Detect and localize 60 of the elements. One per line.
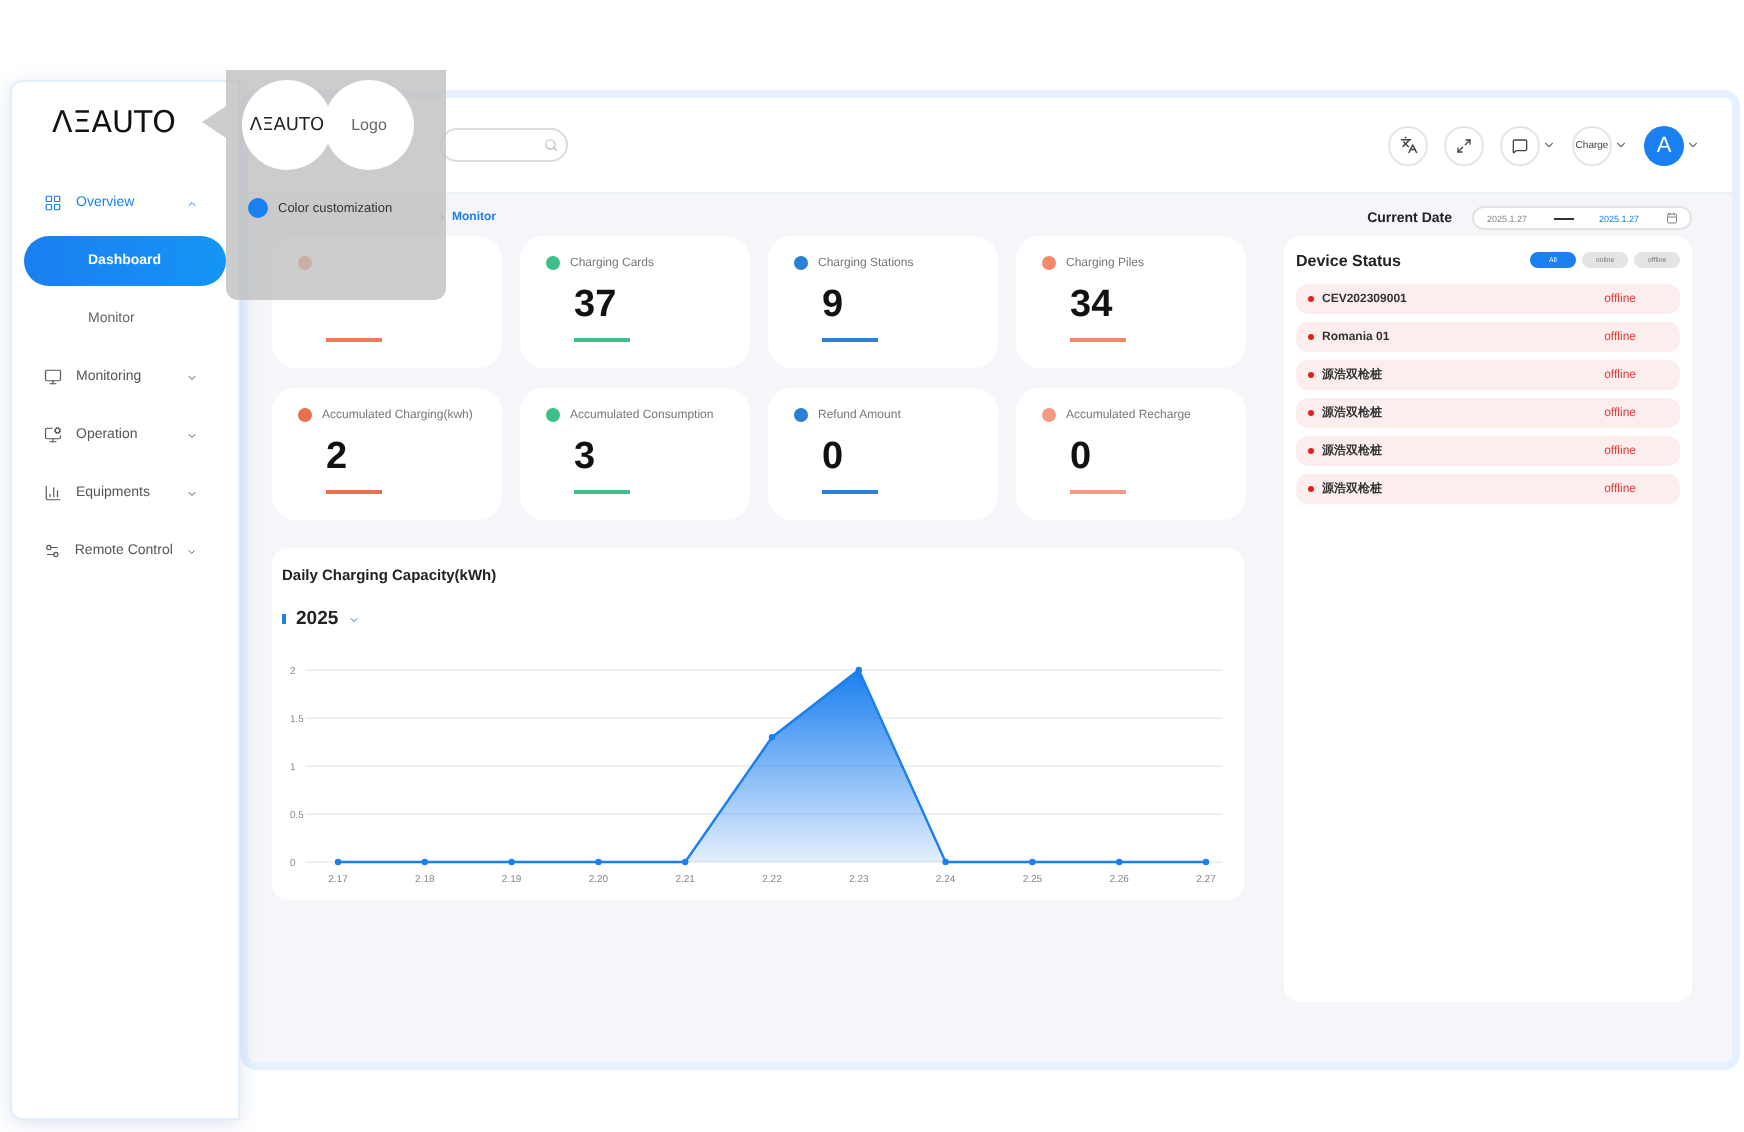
brand-logo: ΛΞAUTO xyxy=(52,104,176,140)
data-point xyxy=(595,858,602,866)
chevron-up-icon xyxy=(186,197,198,209)
data-point xyxy=(942,858,949,866)
status-dot xyxy=(1308,448,1314,454)
stat-icon xyxy=(546,408,560,422)
stat-value: 37 xyxy=(574,284,619,328)
translate-icon xyxy=(1399,136,1417,154)
chevron-down-icon xyxy=(186,371,198,383)
user-avatar[interactable]: A xyxy=(1644,125,1684,165)
status-dot xyxy=(1308,334,1314,340)
data-point xyxy=(768,734,776,741)
bar-chart-icon xyxy=(44,484,62,502)
logo-circle: ΛΞAUTO xyxy=(242,80,332,170)
stat-icon xyxy=(298,408,312,422)
stat-value: 34 xyxy=(1070,284,1115,328)
status-dot xyxy=(1308,372,1314,378)
sliders-icon xyxy=(44,542,61,560)
stat-value: 3 xyxy=(574,436,598,480)
expand-icon xyxy=(1456,137,1472,153)
data-point xyxy=(508,858,515,866)
logo-circle: Logo xyxy=(324,80,414,170)
stat-icon xyxy=(546,256,560,270)
panel-title: Device Status xyxy=(1296,251,1401,269)
chevron-down-icon xyxy=(186,429,198,441)
chevron-down-icon xyxy=(186,487,198,499)
message-icon xyxy=(1512,137,1528,153)
year-selector[interactable]: 2025 xyxy=(296,608,339,630)
monitor-gear-icon xyxy=(44,426,62,444)
stat-value: 9 xyxy=(822,284,846,328)
chevron-down-icon xyxy=(1686,138,1700,152)
status-dot xyxy=(1308,296,1314,302)
message-button[interactable] xyxy=(1500,125,1540,165)
status-dot xyxy=(1308,410,1314,416)
chevron-down-icon xyxy=(186,545,198,557)
data-point xyxy=(1029,858,1036,866)
data-point xyxy=(682,858,689,866)
data-point xyxy=(1202,858,1210,866)
stat-icon xyxy=(1042,256,1056,270)
stat-value: 0 xyxy=(822,436,846,480)
stat-icon xyxy=(1042,408,1056,422)
translate-button[interactable] xyxy=(1388,125,1428,165)
chevron-down-icon xyxy=(1542,138,1556,152)
chevron-down-icon xyxy=(1614,138,1628,152)
calendar-icon xyxy=(1665,212,1677,224)
status-dot xyxy=(1308,486,1314,492)
grid-icon xyxy=(44,194,62,212)
search-icon xyxy=(544,138,558,152)
data-point xyxy=(334,858,342,866)
stat-icon xyxy=(794,408,808,422)
data-point xyxy=(855,666,862,674)
stat-value: 0 xyxy=(1070,436,1094,480)
fullscreen-button[interactable] xyxy=(1444,125,1484,165)
monitor-icon xyxy=(44,368,62,386)
stat-value: 2 xyxy=(326,436,350,480)
color-dot xyxy=(248,198,268,218)
stat-icon xyxy=(794,256,808,270)
data-point xyxy=(1116,858,1123,866)
data-point xyxy=(421,858,428,866)
legend-marker xyxy=(282,614,286,624)
